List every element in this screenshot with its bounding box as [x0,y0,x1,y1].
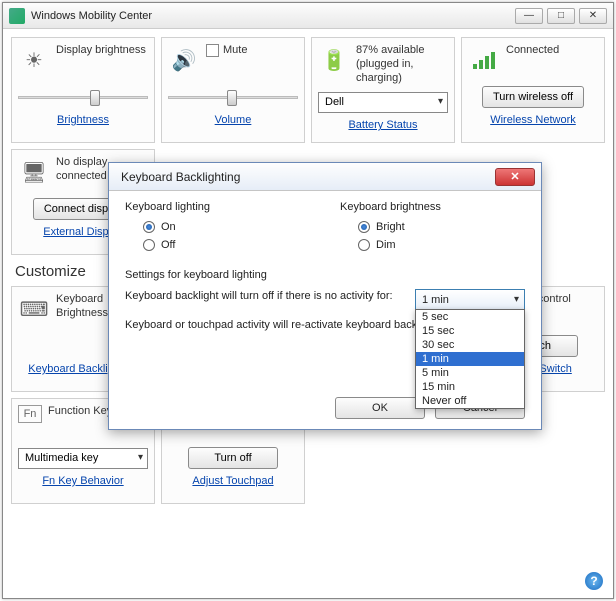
battery-tile: 🔋 87% available (plugged in, charging) D… [311,37,455,143]
keyboard-backlighting-dialog: Keyboard Backlighting ✕ Keyboard lightin… [108,162,542,430]
wireless-footer-link[interactable]: Wireless Network [468,114,598,126]
app-icon [9,8,25,24]
ok-button[interactable]: OK [335,397,425,419]
volume-tile: 🔊 Mute Volume [161,37,305,143]
lighting-head: Keyboard lighting [125,201,310,213]
volume-footer-link[interactable]: Volume [168,114,298,126]
battery-footer-link[interactable]: Battery Status [318,119,448,131]
speaker-icon: 🔊 [168,44,200,76]
lighting-group: Keyboard lighting On Off [125,201,310,257]
power-plan-value: Dell [325,96,344,108]
timeout-option[interactable]: 1 min [416,352,524,366]
timeout-option[interactable]: Never off [416,394,524,408]
battery-icon: 🔋 [318,44,350,76]
brightness-slider[interactable] [18,88,148,106]
window-title: Windows Mobility Center [31,10,515,22]
battery-status: 87% available (plugged in, charging) [356,44,448,85]
brightness-footer-link[interactable]: Brightness [18,114,148,126]
timeout-value: 1 min [422,294,449,306]
timeout-option[interactable]: 5 min [416,366,524,380]
wireless-tile: Connected Turn wireless off Wireless Net… [461,37,605,143]
brightness-tile: ☀ Display brightness Brightness [11,37,155,143]
settings-head: Settings for keyboard lighting [125,269,525,281]
dialog-title: Keyboard Backlighting [115,170,495,184]
brightness-bright-radio[interactable]: Bright [358,221,525,233]
signal-icon [468,44,500,76]
mute-checkbox[interactable]: Mute [206,44,298,58]
timeout-label: Keyboard backlight will turn off if ther… [125,289,407,304]
timeout-option[interactable]: 15 sec [416,324,524,338]
volume-slider[interactable] [168,88,298,106]
lighting-on-radio[interactable]: On [143,221,310,233]
fnkey-footer-link[interactable]: Fn Key Behavior [18,475,148,487]
dialog-titlebar[interactable]: Keyboard Backlighting ✕ [109,163,541,191]
fnkey-select-value: Multimedia key [25,452,98,464]
timeout-dropdown[interactable]: 1 min 5 sec 15 sec 30 sec 1 min 5 min 15… [415,289,525,310]
window-close-button[interactable]: ✕ [579,8,607,24]
fn-key-icon: Fn [18,405,42,423]
monitor-icon: 🖥 [18,156,50,188]
dialog-close-button[interactable]: ✕ [495,168,535,186]
brightness-label: Display brightness [56,44,148,80]
keyboard-icon: ⌨ [18,293,50,325]
timeout-option[interactable]: 30 sec [416,338,524,352]
help-icon[interactable]: ? [585,572,603,590]
fnkey-select[interactable]: Multimedia key [18,448,148,469]
brightness-icon: ☀ [18,44,50,76]
touchpad-footer-link[interactable]: Adjust Touchpad [168,475,298,487]
mute-label: Mute [223,44,247,58]
minimize-button[interactable]: — [515,8,543,24]
timeout-dropdown-list: 5 sec 15 sec 30 sec 1 min 5 min 15 min N… [415,309,525,409]
power-plan-select[interactable]: Dell [318,92,448,113]
titlebar[interactable]: Windows Mobility Center — □ ✕ [3,3,613,29]
touchpad-toggle-button[interactable]: Turn off [188,447,278,469]
brightness-dim-radio[interactable]: Dim [358,239,525,251]
brightness-head: Keyboard brightness [340,201,525,213]
wireless-status: Connected [506,44,598,80]
maximize-button[interactable]: □ [547,8,575,24]
wireless-toggle-button[interactable]: Turn wireless off [482,86,584,108]
timeout-option[interactable]: 5 sec [416,310,524,324]
timeout-option[interactable]: 15 min [416,380,524,394]
brightness-group: Keyboard brightness Bright Dim [340,201,525,257]
lighting-off-radio[interactable]: Off [143,239,310,251]
